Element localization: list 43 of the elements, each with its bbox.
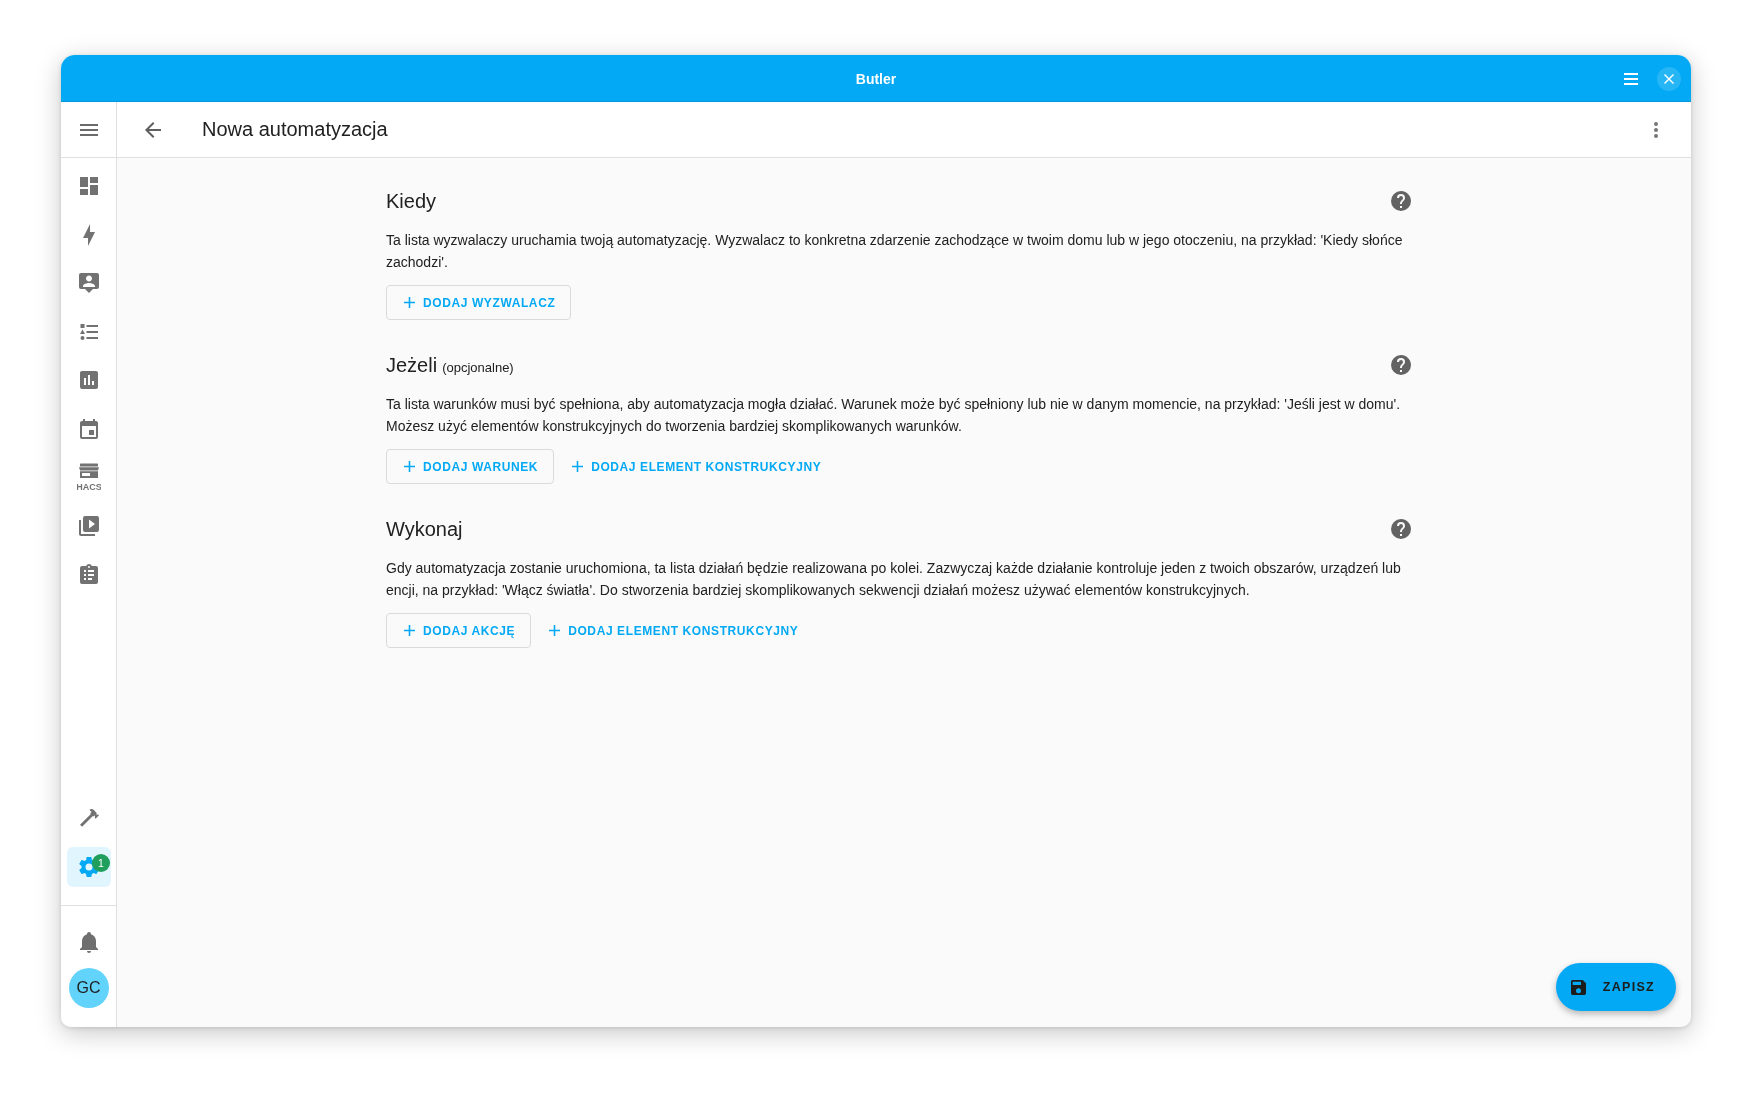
- help-icon[interactable]: [1391, 519, 1411, 539]
- plus-icon: [404, 297, 415, 308]
- section-description: Ta lista warunków musi być spełniona, aby automatyzacja mogła działać. Warunek może być spełniony lub nie w danym momencie, na przykład: 'Jeśli jest w domu'. Możesz użyć elementów konstrukcyjnych do tworzenia bardziej skomplikowanych warunków.: [386, 395, 1402, 436]
- help-icon[interactable]: [1391, 355, 1411, 375]
- sidebar-item[interactable]: HACS: [67, 457, 111, 497]
- add-button[interactable]: DODAJ ELEMENT KONSTRUKCYJNY: [563, 449, 831, 484]
- play-stack-icon: [79, 515, 99, 536]
- add-button[interactable]: DODAJ ELEMENT KONSTRUKCYJNY: [540, 613, 808, 648]
- person-card-icon: [79, 273, 99, 293]
- section-description: Gdy automatyzacja zostanie uruchomiona, ta lista działań będzie realizowana po kolei. Zazwyczaj każde działanie kontroluje jeden z twoich obszarów, urządzeń lub encji, na przykład: 'Włącz światła'. Do stworzenia bardziej skomplikowanych sekwencji działań możesz używać elementów konstrukcyjnych.: [386, 559, 1402, 600]
- section-title: Jeżeli: [386, 353, 438, 378]
- bar-chart-icon: [80, 371, 98, 389]
- section-description: Ta lista wyzwalaczy uruchamia twoją automatyzację. Wyzwalacz to konkretna zdarzenie zachodzące w twoim domu lub w jego otoczeniu, na przykład: 'Kiedy słońce zachodzi'.: [386, 231, 1404, 272]
- close-icon: [1664, 73, 1674, 84]
- plus-icon: [404, 625, 415, 636]
- plus-icon: [572, 461, 584, 472]
- window-title: Butler: [855, 70, 897, 87]
- calendar-icon: [80, 418, 98, 439]
- close-button[interactable]: [1657, 66, 1681, 91]
- user-avatar[interactable]: GC: [68, 968, 109, 1008]
- bell-icon[interactable]: [79, 931, 98, 953]
- add-button[interactable]: DODAJ AKCJĘ: [386, 613, 532, 648]
- save-button[interactable]: ZAPISZ: [1555, 963, 1676, 1011]
- section-note: (opcjonalne): [442, 360, 514, 375]
- back-arrow-icon[interactable]: [145, 121, 161, 138]
- hammer-icon: [79, 809, 99, 827]
- help-icon[interactable]: [1391, 191, 1411, 211]
- menu-icon[interactable]: [79, 123, 98, 136]
- clipboard-icon: [80, 564, 98, 584]
- plus-icon: [404, 461, 415, 472]
- add-button[interactable]: DODAJ WYZWALACZ: [386, 285, 572, 320]
- page-title: Nowa automatyzacja: [202, 118, 388, 141]
- lightning-icon: [83, 223, 95, 246]
- sidebar-item[interactable]: 1: [67, 847, 111, 887]
- list-icon: [79, 323, 99, 340]
- menu-icon[interactable]: [1624, 72, 1638, 85]
- vertical-dots-icon[interactable]: [1654, 121, 1658, 138]
- section-title: Kiedy: [386, 189, 437, 214]
- notification-badge: 1: [92, 854, 110, 872]
- plus-icon: [549, 625, 561, 636]
- grid-icon: [80, 177, 98, 195]
- section-title: Wykonaj: [386, 517, 463, 542]
- add-button[interactable]: DODAJ WARUNEK: [386, 449, 555, 484]
